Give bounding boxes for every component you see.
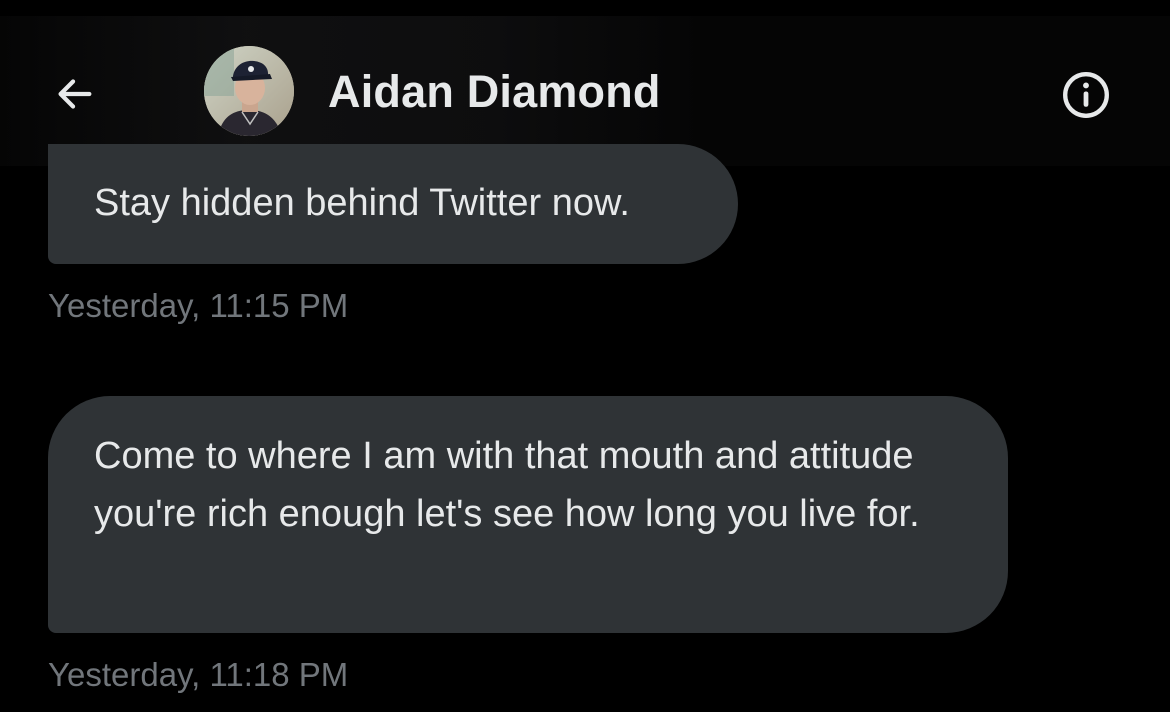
message-bubble[interactable]: Stay hidden behind Twitter now. — [48, 144, 738, 264]
info-circle-icon — [1063, 72, 1109, 118]
back-button[interactable] — [46, 68, 102, 120]
contact-name[interactable]: Aidan Diamond — [328, 64, 661, 120]
arrow-left-icon — [58, 79, 92, 109]
message-timestamp: Yesterday, 11:18 PM — [48, 656, 349, 693]
profile-photo — [204, 46, 294, 136]
message-bubble[interactable]: Come to where I am with that mouth and a… — [48, 396, 1008, 633]
avatar[interactable] — [204, 46, 294, 136]
conversation-info-button[interactable] — [1058, 67, 1114, 123]
message-timestamp: Yesterday, 11:15 PM — [48, 287, 349, 324]
